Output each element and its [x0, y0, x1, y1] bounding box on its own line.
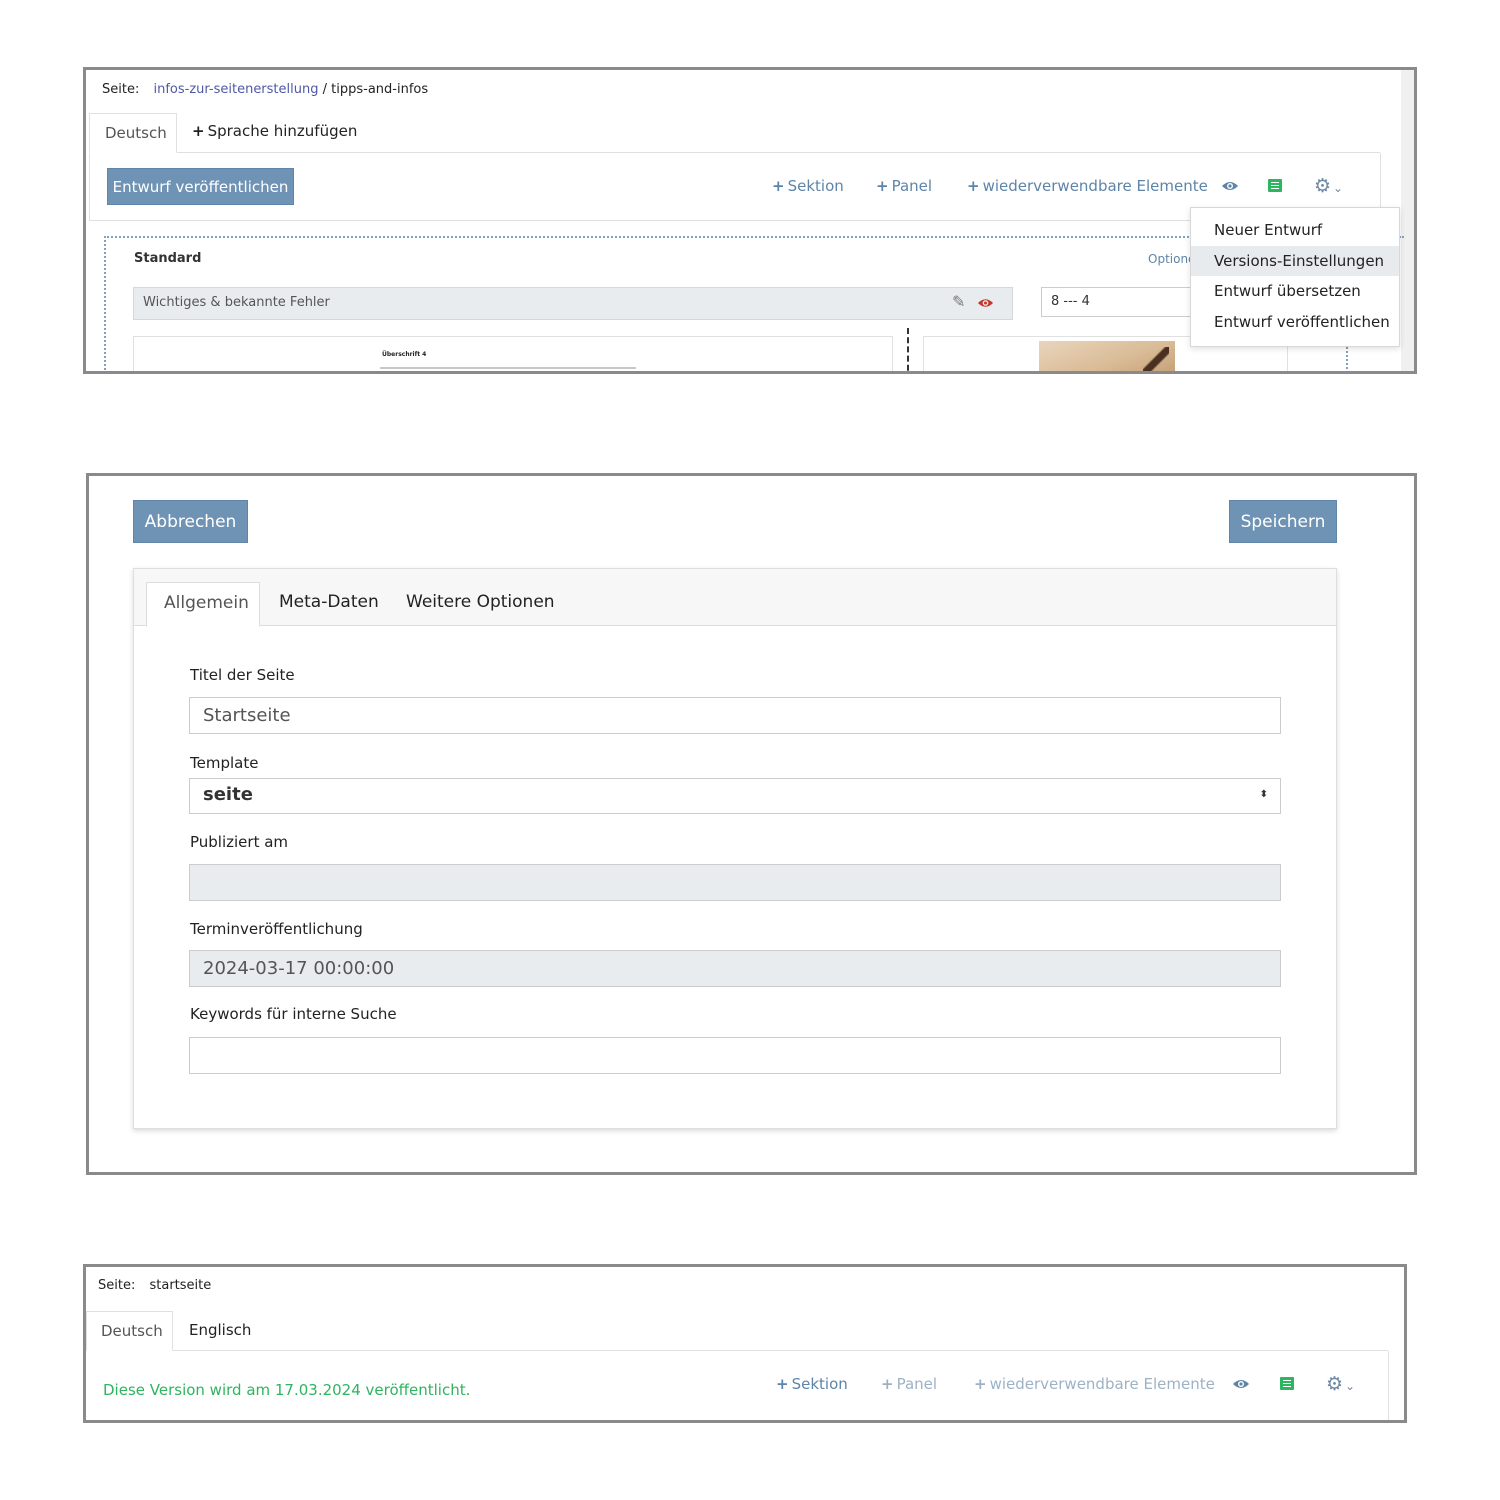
version-settings-dialog: Abbrechen Speichern Allgemein Meta-Daten…	[86, 473, 1417, 1175]
gear-icon: ⚙	[1326, 1373, 1344, 1395]
tab-weitere-optionen[interactable]: Weitere Optionen	[406, 592, 555, 612]
eye-icon[interactable]	[1221, 180, 1239, 192]
section-label: Standard	[134, 251, 202, 266]
chevron-down-icon: ⌄	[1333, 181, 1344, 195]
menu-item-new-draft[interactable]: Neuer Entwurf	[1191, 215, 1399, 245]
status-message: Diese Version wird am 17.03.2024 veröffe…	[103, 1381, 471, 1399]
scheduled-label: Terminveröffentlichung	[190, 920, 363, 938]
settings-menu-toggle[interactable]: ⚙ ⌄	[1326, 1375, 1355, 1394]
tab-deutsch[interactable]: Deutsch	[89, 113, 177, 153]
tab-deutsch[interactable]: Deutsch	[86, 1311, 173, 1351]
list-icon[interactable]	[1268, 179, 1282, 192]
add-language-button[interactable]: + Sprache hinzufügen	[192, 122, 357, 140]
add-section-label: Sektion	[791, 1375, 848, 1393]
add-reusable-elements-button[interactable]: + wiederverwendbare Elemente	[967, 177, 1208, 195]
settings-card: Allgemein Meta-Daten Weitere Optionen Ti…	[133, 568, 1337, 1129]
tab-allgemein[interactable]: Allgemein	[146, 582, 260, 627]
plus-icon: +	[881, 1375, 894, 1393]
add-section-button[interactable]: + Sektion	[772, 177, 844, 195]
settings-menu-toggle[interactable]: ⚙ ⌄	[1314, 177, 1343, 196]
add-language-label: Sprache hinzufügen	[207, 122, 358, 140]
add-section-label: Sektion	[787, 177, 844, 195]
breadcrumb-separator: /	[318, 82, 332, 97]
add-panel-button[interactable]: + Panel	[881, 1375, 937, 1393]
breadcrumb: Seite: infos-zur-seitenerstellung / tipp…	[102, 82, 428, 97]
add-panel-label: Panel	[896, 1375, 938, 1393]
pen-shape	[1143, 347, 1169, 371]
add-reusable-label: wiederverwendbare Elemente	[982, 177, 1208, 195]
list-icon[interactable]	[1280, 1377, 1294, 1390]
scheduled-publish-input[interactable]: 2024-03-17 00:00:00	[189, 950, 1281, 987]
column-divider	[907, 328, 909, 371]
page-title-input[interactable]: Startseite	[189, 697, 1281, 734]
plus-icon: +	[772, 177, 785, 195]
eye-icon[interactable]	[977, 297, 994, 309]
menu-item-version-settings[interactable]: Versions-Einstellungen	[1191, 246, 1399, 276]
plus-icon: +	[776, 1375, 789, 1393]
add-panel-label: Panel	[891, 177, 933, 195]
section-options-link[interactable]: Optione	[1148, 252, 1195, 266]
chevron-down-icon: ⌄	[1345, 1379, 1356, 1393]
template-select[interactable]: seite ⬍	[189, 778, 1281, 814]
add-reusable-label: wiederverwendbare Elemente	[989, 1375, 1215, 1393]
breadcrumb-link-parent[interactable]: infos-zur-seitenerstellung	[153, 82, 318, 97]
eye-icon[interactable]	[1232, 1378, 1250, 1390]
preview-text-line	[380, 367, 636, 369]
editor-panel-draft: Seite: infos-zur-seitenerstellung / tipp…	[83, 67, 1417, 374]
add-section-button[interactable]: + Sektion	[776, 1375, 848, 1393]
add-panel-button[interactable]: + Panel	[876, 177, 932, 195]
keywords-label: Keywords für interne Suche	[190, 1005, 397, 1023]
element-title: Wichtiges & bekannte Fehler	[143, 295, 330, 310]
image-thumbnail	[1039, 341, 1175, 371]
breadcrumb-label: Seite:	[102, 82, 140, 97]
gear-icon: ⚙	[1314, 175, 1332, 197]
keywords-input[interactable]	[189, 1037, 1281, 1074]
preview-heading: Überschrift 4	[382, 351, 427, 358]
tab-meta-daten[interactable]: Meta-Daten	[279, 592, 379, 612]
plus-icon: +	[192, 122, 205, 140]
template-value: seite	[203, 784, 253, 805]
plus-icon: +	[974, 1375, 987, 1393]
menu-item-translate-draft[interactable]: Entwurf übersetzen	[1191, 276, 1399, 306]
add-reusable-elements-button[interactable]: + wiederverwendbare Elemente	[974, 1375, 1215, 1393]
element-title-bar: Wichtiges & bekannte Fehler ✎	[133, 287, 1013, 320]
publish-draft-button[interactable]: Entwurf veröffentlichen	[107, 168, 294, 205]
published-label: Publiziert am	[190, 833, 289, 851]
menu-item-publish-draft[interactable]: Entwurf veröffentlichen	[1191, 307, 1399, 337]
pencil-icon[interactable]: ✎	[952, 292, 965, 311]
settings-dropdown-menu: Neuer Entwurf Versions-Einstellungen Ent…	[1190, 207, 1400, 347]
breadcrumb-current: startseite	[149, 1278, 212, 1293]
plus-icon: +	[967, 177, 980, 195]
published-at-input	[189, 864, 1281, 901]
breadcrumb-label: Seite:	[98, 1278, 136, 1293]
breadcrumb-current: tipps-and-infos	[331, 82, 429, 97]
save-button[interactable]: Speichern	[1229, 500, 1337, 543]
tab-label: Deutsch	[105, 124, 167, 142]
plus-icon: +	[876, 177, 889, 195]
template-label: Template	[190, 754, 259, 772]
editor-panel-scheduled: Seite: startseite Deutsch Englisch Diese…	[83, 1264, 1407, 1423]
select-arrows-icon: ⬍	[1259, 789, 1268, 800]
tab-englisch[interactable]: Englisch	[189, 1321, 251, 1339]
grid-width-input[interactable]: 8 --- 4	[1041, 287, 1201, 317]
text-element-preview: Überschrift 4	[133, 336, 893, 371]
title-label: Titel der Seite	[190, 666, 295, 684]
breadcrumb: Seite: startseite	[98, 1278, 211, 1293]
cancel-button[interactable]: Abbrechen	[133, 500, 248, 543]
